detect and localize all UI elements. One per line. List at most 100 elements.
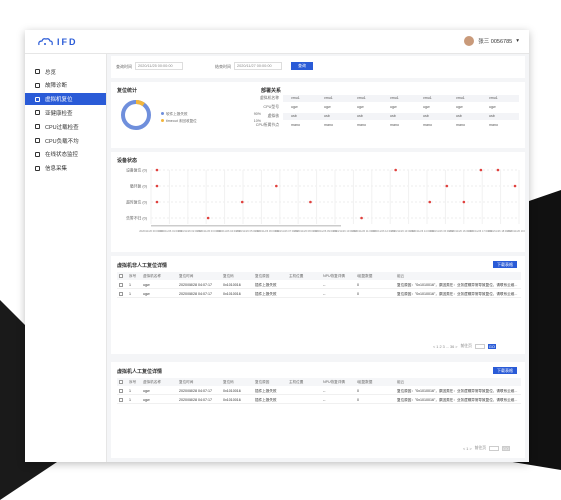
status-point[interactable] <box>155 184 159 188</box>
column-header: 序号 <box>129 274 137 278</box>
logo-text: IFD <box>57 37 78 47</box>
table-cell: 2020/08/28 04:07:17 <box>179 398 212 402</box>
info-collect-icon <box>35 165 40 171</box>
end-time-input[interactable]: 2020/11/27 00:00:00 <box>234 62 282 70</box>
deploy-cell: ugw <box>489 105 496 109</box>
row-checkbox[interactable] <box>119 398 123 402</box>
y-tick-label: 设备复位 (0) <box>126 168 148 173</box>
sidebar-item-diagnosis[interactable]: 故障诊断 <box>25 79 106 92</box>
legend-item: 软件上报失败 90% <box>161 112 261 117</box>
table-cell: ugw <box>143 283 150 287</box>
stats-card: 复位统计 软件上报失败 90% timeout 未回收复位 10% 部署关系 虚拟机… <box>111 82 525 148</box>
deploy-row-label: 虚拟机名称 <box>260 96 279 100</box>
x-tick-label: 2020/11/26 19:00:00 <box>507 229 525 233</box>
status-point[interactable] <box>428 200 432 204</box>
sidebar-item-cpu-balance[interactable]: CPU负载不均 <box>25 134 106 147</box>
user-menu[interactable]: 张三 0056785 ▾ <box>464 36 519 46</box>
deploy-cell: mano <box>324 123 333 127</box>
deploy-cell: vmu1 <box>423 96 432 100</box>
pager-jump-input[interactable] <box>489 446 500 451</box>
manual-reset-table-card: 虚拟机人工复位详情 下载表格 序号 虚拟机名称 复位时间 复位码 复位原因 主机位置 NPU… <box>111 362 525 458</box>
pagination[interactable]: < 1 2 3 ... 36 > 前往页 GO <box>433 344 496 349</box>
status-point[interactable] <box>240 200 244 204</box>
deploy-cell: usb <box>324 114 330 118</box>
search-button[interactable]: 查询 <box>291 62 313 70</box>
sidebar-item-vm-reset[interactable]: 虚拟机复位 <box>25 92 106 106</box>
column-header: 复位原因 <box>255 380 270 384</box>
table-cell: ugw <box>143 292 150 296</box>
sidebar-item-health-check[interactable]: 亚健康检查 <box>25 107 106 120</box>
column-header: 复位时间 <box>179 274 194 278</box>
status-point[interactable] <box>394 168 397 172</box>
table-cell: 0x1010016 <box>223 292 241 296</box>
sidebar-item-info-collect[interactable]: 信息采集 <box>25 162 106 175</box>
deploy-row <box>283 113 519 120</box>
table-cell: 0 <box>357 292 359 296</box>
sidebar-item-online-monitor[interactable]: 在线状态监控 <box>25 148 106 161</box>
status-point[interactable] <box>496 168 500 172</box>
select-all-checkbox[interactable] <box>119 380 123 384</box>
table-cell: 复位原因："0x1010016"，原因类在：业务逻辑异常导致复位，请联系云维..… <box>397 292 518 296</box>
deploy-cell: mano <box>489 123 498 127</box>
status-point[interactable] <box>445 184 449 188</box>
pager-pages[interactable]: < 1 > <box>463 447 472 451</box>
download-table-button[interactable]: 下载表格 <box>493 367 517 374</box>
pagination[interactable]: < 1 > 前往页 GO <box>463 446 511 451</box>
sidebar-item-label: 故障诊断 <box>45 83 68 90</box>
status-point[interactable] <box>360 216 363 220</box>
pager-go-button[interactable]: GO <box>502 446 511 451</box>
table-row[interactable]: 1 ugw 2020/08/28 04:07:17 0x1010016 插件上报失败 --… <box>117 387 521 395</box>
row-checkbox[interactable] <box>119 292 123 296</box>
filter-bar: 查询时间 2020/11/25 00:00:00 结束时间 2020/11/27… <box>111 56 525 78</box>
online-monitor-icon <box>35 151 40 157</box>
sidebar-item-cpu-overload[interactable]: CPU过载检查 <box>25 120 106 133</box>
non-manual-table-title: 虚拟机非人工复位详情 <box>117 263 168 269</box>
deploy-cell: mano <box>423 123 432 127</box>
row-checkbox[interactable] <box>119 389 123 393</box>
donut-slice-main <box>121 100 151 130</box>
table-row[interactable]: 1 ugw 2020/08/28 04:07:17 0x1010016 插件上报失败 --… <box>117 290 521 298</box>
status-point[interactable] <box>155 200 159 204</box>
status-point[interactable] <box>513 184 517 188</box>
table-cell: 1 <box>129 398 131 402</box>
pager-pages[interactable]: < 1 2 3 ... 36 > <box>433 345 458 349</box>
status-point[interactable] <box>155 168 159 172</box>
deploy-cell: ugw <box>291 105 298 109</box>
reset-donut-chart <box>121 100 151 130</box>
table-cell: -- <box>323 389 326 393</box>
top-bar: IFD 张三 0056785 ▾ <box>25 30 529 54</box>
download-table-button[interactable]: 下载表格 <box>493 261 517 268</box>
deploy-cell: vmu1 <box>291 96 300 100</box>
legend-item: timeout 未回收复位 10% <box>161 119 261 124</box>
status-point[interactable] <box>479 168 483 172</box>
row-checkbox[interactable] <box>119 283 123 287</box>
column-header: 复位码 <box>223 274 234 278</box>
pager-jump-input[interactable] <box>474 344 485 349</box>
chart-scrollbar[interactable] <box>151 225 341 227</box>
deploy-cell: usb <box>291 114 297 118</box>
deploy-cell: mano <box>357 123 366 127</box>
table-cell: 复位原因："0x1010016"，原因类在：业务逻辑异常导致复位，请联系云维..… <box>397 283 518 287</box>
table-cell: 0 <box>357 398 359 402</box>
column-header: 复位码 <box>223 380 234 384</box>
table-cell: 2020/08/28 04:07:17 <box>179 292 212 296</box>
table-row[interactable]: 1 ugw 2020/08/28 04:07:17 0x1010016 插件上报失败 --… <box>117 396 521 404</box>
sidebar-item-overview[interactable]: 总览 <box>25 65 106 78</box>
column-header: 组云 <box>397 274 405 278</box>
pager-go-button[interactable]: GO <box>487 344 496 349</box>
column-header: 虚拟机名称 <box>143 380 161 384</box>
start-time-input[interactable]: 2020/11/25 00:00:00 <box>135 62 183 70</box>
status-point[interactable] <box>275 184 278 188</box>
table-cell: 2020/08/28 04:07:17 <box>179 389 212 393</box>
select-all-checkbox[interactable] <box>119 274 123 278</box>
status-point[interactable] <box>309 200 312 204</box>
deploy-title: 部署关系 <box>261 88 282 94</box>
app-logo[interactable]: IFD <box>37 37 78 47</box>
deploy-cell: usb <box>456 114 462 118</box>
deploy-cell: vmu1 <box>390 96 399 100</box>
table-row[interactable]: 1 ugw 2020/08/28 04:07:17 0x1010016 插件上报失败 --… <box>117 281 521 289</box>
status-point[interactable] <box>206 216 210 220</box>
status-point[interactable] <box>462 200 466 204</box>
column-header: 复位时间 <box>179 380 194 384</box>
y-tick-label: 超时复位 (0) <box>126 200 148 205</box>
